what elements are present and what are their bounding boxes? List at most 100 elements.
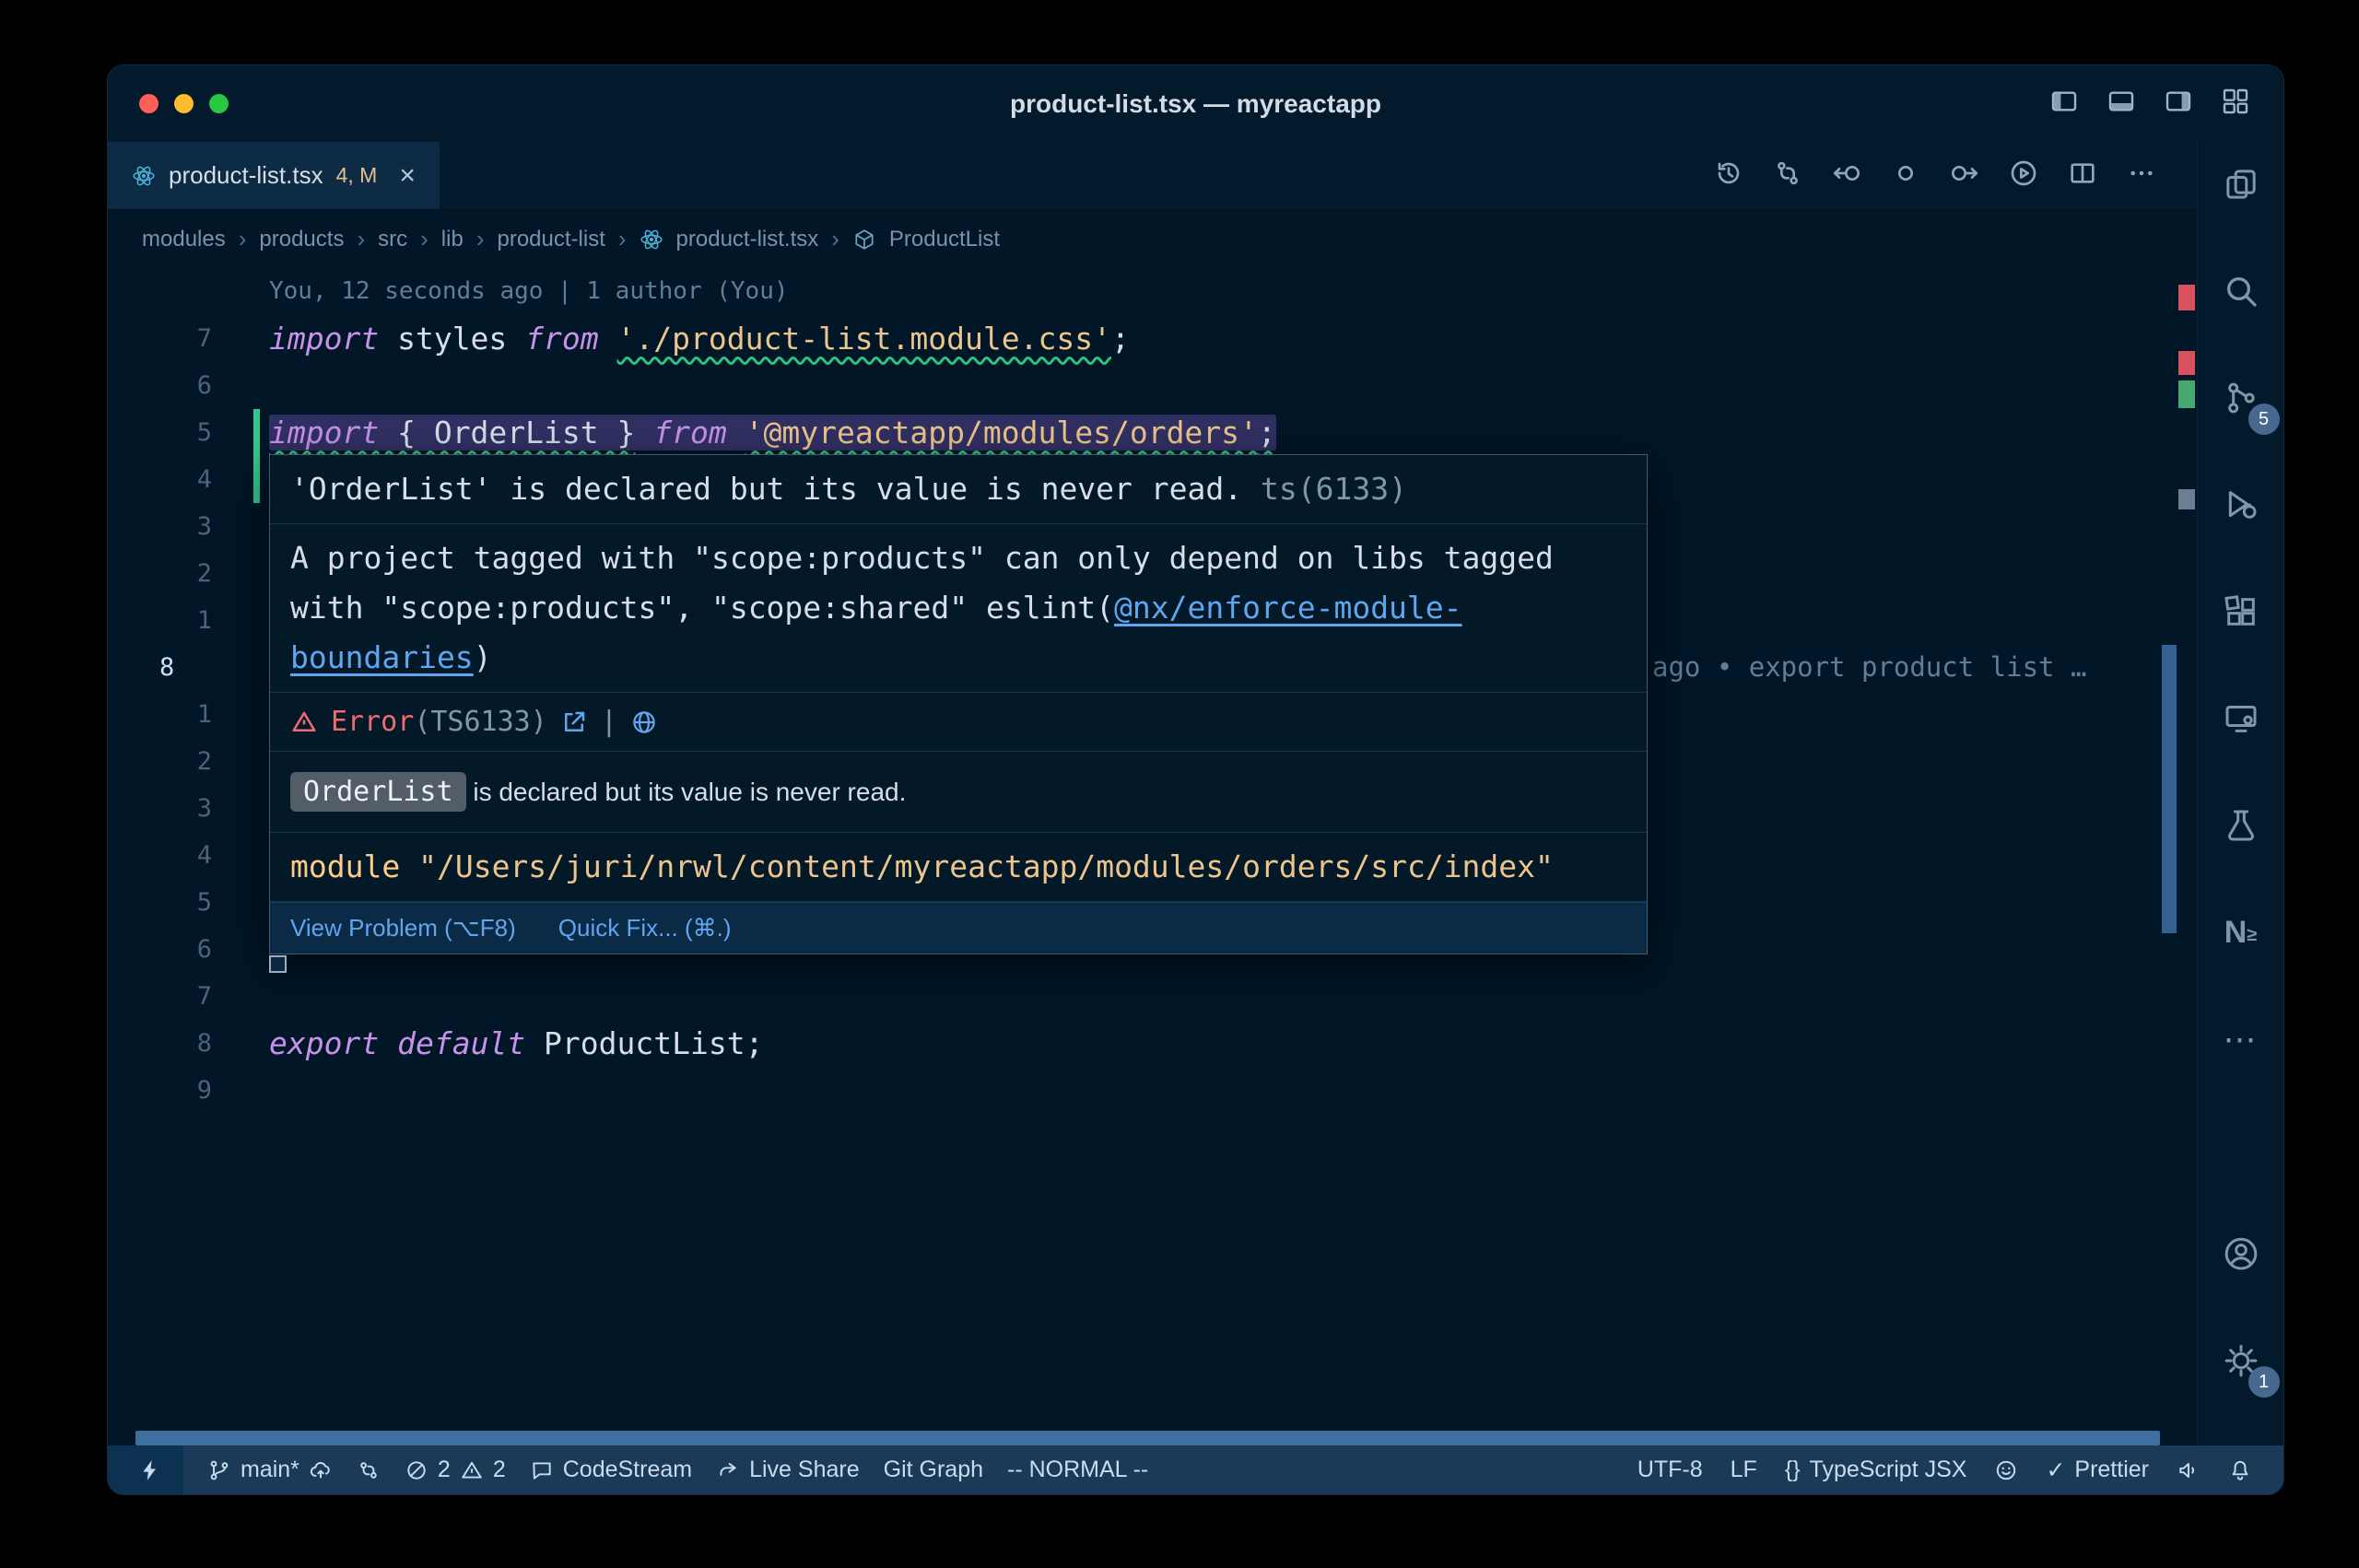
- line-number[interactable]: 5: [108, 409, 212, 456]
- blame-line[interactable]: You, 12 seconds ago | 1 author (You): [108, 268, 2197, 315]
- timeline-history-icon[interactable]: [1714, 158, 1743, 193]
- line-number[interactable]: 3: [108, 785, 212, 832]
- current-line-number[interactable]: 8: [159, 644, 174, 691]
- additional-views-icon[interactable]: ⋯: [2208, 1006, 2274, 1072]
- line-number[interactable]: 7: [108, 973, 212, 1020]
- explorer-icon[interactable]: [2208, 151, 2274, 217]
- editor-tab-product-list[interactable]: product-list.tsx 4, M ×: [108, 142, 440, 209]
- code-line[interactable]: 5 import { OrderList } from '@myreactapp/…: [108, 409, 2197, 456]
- nx-console-icon[interactable]: N≥: [2208, 899, 2274, 965]
- breadcrumb-item-modules[interactable]: modules: [142, 227, 226, 252]
- line-number[interactable]: 5: [108, 879, 212, 926]
- view-problem-link[interactable]: View Problem (⌥F8): [290, 914, 516, 942]
- testing-flask-icon[interactable]: [2208, 792, 2274, 859]
- line-number[interactable]: 3: [108, 503, 212, 550]
- titlebar-layout-controls: [2049, 87, 2283, 121]
- search-icon[interactable]: [2208, 258, 2274, 324]
- customize-layout-icon[interactable]: [2221, 87, 2250, 121]
- hover-resize-handle[interactable]: [269, 955, 287, 973]
- codelens-blame[interactable]: You, 12 seconds ago | 1 author (You): [269, 268, 789, 315]
- run-debug-icon[interactable]: [2208, 472, 2274, 538]
- toggle-bottom-panel-icon[interactable]: [2107, 87, 2136, 121]
- main-area: product-list.tsx 4, M ×: [108, 142, 2283, 1445]
- code-line[interactable]: 9: [108, 1067, 2197, 1114]
- line-number[interactable]: 1: [108, 691, 212, 738]
- remote-explorer-icon[interactable]: [2208, 685, 2274, 752]
- open-external-icon[interactable]: [560, 708, 588, 736]
- encoding-indicator[interactable]: UTF-8: [1637, 1445, 1703, 1494]
- prettier-indicator[interactable]: ✓Prettier: [2046, 1445, 2149, 1494]
- breadcrumb-item-symbol[interactable]: ProductList: [889, 227, 1000, 252]
- live-share-item[interactable]: Live Share: [716, 1445, 860, 1494]
- breadcrumb-item-file[interactable]: product-list.tsx: [676, 227, 819, 252]
- horizontal-scrollbar[interactable]: [135, 1431, 2160, 1445]
- line-number[interactable]: 4: [108, 832, 212, 879]
- source-control-icon[interactable]: 5: [2208, 365, 2274, 431]
- line-number[interactable]: 1: [108, 597, 212, 644]
- code-line[interactable]: 8 export default ProductList;: [108, 1020, 2197, 1067]
- remote-indicator[interactable]: [108, 1445, 183, 1494]
- sync-status-icon[interactable]: [1891, 158, 1920, 193]
- settings-gear-icon[interactable]: 1: [2208, 1328, 2274, 1394]
- code-text: import styles from './product-list.modul…: [269, 315, 1130, 362]
- git-compare-icon[interactable]: [1773, 158, 1802, 193]
- navigate-back-icon[interactable]: [1832, 158, 1861, 193]
- close-window-button[interactable]: [139, 94, 158, 113]
- breadcrumb-item-product-list[interactable]: product-list: [497, 227, 604, 252]
- line-number[interactable]: 6: [108, 362, 212, 409]
- breadcrumb-item-products[interactable]: products: [259, 227, 344, 252]
- line-number[interactable]: 2: [108, 550, 212, 597]
- more-actions-icon[interactable]: [2127, 158, 2156, 193]
- branch-indicator[interactable]: main*: [207, 1445, 333, 1494]
- tab-close-icon[interactable]: ×: [399, 160, 416, 192]
- line-number[interactable]: 7: [108, 315, 212, 362]
- module-path-line: module "/Users/juri/nrwl/content/myreact…: [270, 833, 1647, 902]
- language-indicator[interactable]: {}TypeScript JSX: [1785, 1445, 1967, 1494]
- codestream-item[interactable]: CodeStream: [530, 1445, 692, 1494]
- code-line[interactable]: 6: [108, 362, 2197, 409]
- breadcrumb-item-lib[interactable]: lib: [441, 227, 464, 252]
- extensions-icon[interactable]: [2208, 579, 2274, 645]
- globe-icon[interactable]: [630, 708, 658, 736]
- status-bar-right: UTF-8 LF {}TypeScript JSX ✓Prettier: [1637, 1445, 2252, 1494]
- feedback-item[interactable]: [2177, 1445, 2201, 1494]
- compare-changes-indicator[interactable]: [357, 1445, 381, 1494]
- selection-highlight: import { OrderList } from '@myreactapp/m…: [269, 415, 1276, 451]
- breadcrumb-separator: ›: [476, 225, 485, 253]
- code-text: export default ProductList;: [269, 1020, 763, 1067]
- git-graph-item[interactable]: Git Graph: [884, 1445, 983, 1494]
- quick-fix-link[interactable]: Quick Fix... (⌘.): [558, 914, 732, 942]
- vertical-scrollbar-thumb[interactable]: [2162, 645, 2177, 933]
- titlebar[interactable]: product-list.tsx — myreactapp: [108, 65, 2283, 142]
- line-number[interactable]: 6: [108, 926, 212, 973]
- code-editor[interactable]: You, 12 seconds ago | 1 author (You) 7 im…: [108, 268, 2197, 1431]
- code-text: import { OrderList } from '@myreactapp/m…: [269, 409, 1276, 456]
- live-share-icon: [716, 1458, 740, 1482]
- minimize-window-button[interactable]: [174, 94, 194, 113]
- problems-indicator[interactable]: 2 2: [405, 1445, 506, 1494]
- run-file-icon[interactable]: [2009, 158, 2038, 193]
- line-number[interactable]: 9: [108, 1067, 212, 1114]
- zoom-window-button[interactable]: [209, 94, 229, 113]
- notifications-bell-icon: [2228, 1458, 2252, 1482]
- navigate-forward-icon[interactable]: [1950, 158, 1979, 193]
- split-editor-icon[interactable]: [2068, 158, 2097, 193]
- line-number[interactable]: 4: [108, 456, 212, 503]
- diagnostic-detail-line: OrderList is declared but its value is n…: [270, 752, 1647, 833]
- toggle-left-sidebar-icon[interactable]: [2049, 87, 2079, 121]
- breadcrumb-separator: ›: [357, 225, 365, 253]
- vim-mode-indicator[interactable]: -- NORMAL --: [1007, 1445, 1148, 1494]
- eol-indicator[interactable]: LF: [1731, 1445, 1757, 1494]
- code-line[interactable]: 7: [108, 973, 2197, 1020]
- notifications-item[interactable]: [2228, 1445, 2252, 1494]
- remote-indicator-icon: [138, 1458, 162, 1482]
- line-number[interactable]: 8: [108, 1020, 212, 1067]
- symbol-cube-icon: [852, 228, 876, 252]
- accounts-icon[interactable]: [2208, 1221, 2274, 1287]
- code-line[interactable]: 7 import styles from './product-list.modu…: [108, 315, 2197, 362]
- breadcrumb-item-src[interactable]: src: [378, 227, 407, 252]
- cloud-upload-icon: [309, 1458, 333, 1482]
- toggle-right-sidebar-icon[interactable]: [2164, 87, 2193, 121]
- feedback-smiley[interactable]: [1994, 1445, 2018, 1494]
- line-number[interactable]: 2: [108, 738, 212, 785]
